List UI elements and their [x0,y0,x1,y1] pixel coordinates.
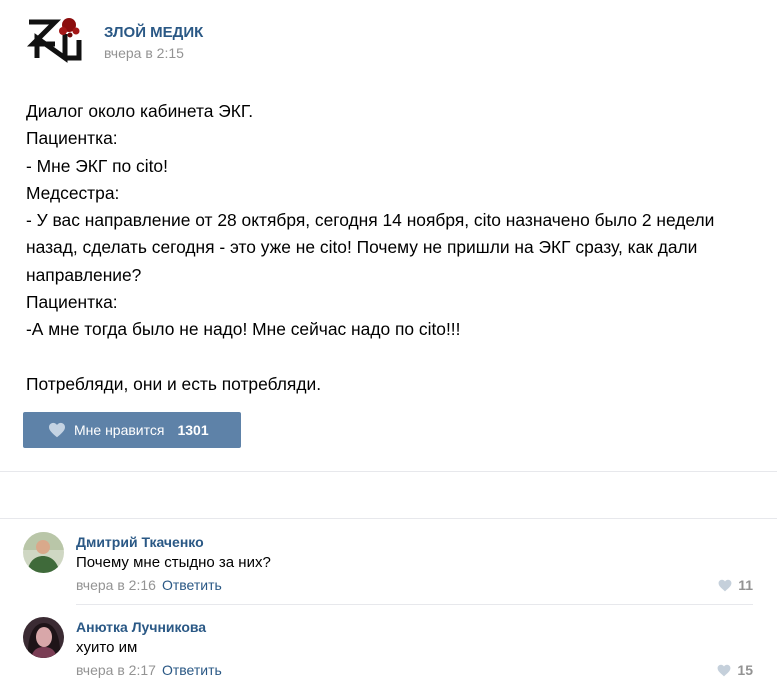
avatar[interactable] [23,617,64,658]
like-button[interactable]: Мне нравится 1301 [23,412,241,448]
heart-icon [718,664,731,676]
post-line: Пациентка: [26,128,118,149]
post-line: Потребляди, они и есть потребляди. [26,373,322,394]
comment-like-button[interactable]: 11 [718,577,753,593]
like-button-label: Мне нравится [74,422,165,438]
divider [0,471,777,472]
comment-meta: вчера в 2:16 Ответить [76,577,222,593]
post-line: Медсестра: [26,182,120,203]
avatar-photo-icon [23,617,64,658]
post-line: Пациентка: [26,292,118,313]
comment-like-count: 15 [737,662,753,678]
comment-like-button[interactable]: 15 [717,662,753,678]
post-line: - У вас направление от 28 октября, сегод… [26,210,715,231]
comment-author-link[interactable]: Анютка Лучникова [76,619,206,635]
avatar-photo-icon [23,532,64,573]
comment-divider [76,604,753,605]
post-line: Диалог около кабинета ЭКГ. [26,101,254,121]
divider [0,518,777,519]
comment-like-count: 11 [738,577,753,593]
post-line: -А мне тогда было не надо! Мне сейчас на… [26,319,461,340]
post-line: назад, сделать сегодня - это уже не cito… [26,237,698,258]
comment-timestamp[interactable]: вчера в 2:17 [76,662,156,678]
post-text: Диалог около кабинета ЭКГ. Пациентка: - … [26,98,761,398]
comment-timestamp[interactable]: вчера в 2:16 [76,577,156,593]
zm-logo-icon[interactable] [25,14,83,70]
post-timestamp[interactable]: вчера в 2:15 [104,45,184,61]
comment-author-link[interactable]: Дмитрий Ткаченко [76,534,204,550]
comment-meta: вчера в 2:17 Ответить [76,662,222,678]
comment-text: хуито им [76,639,138,656]
post-line: - Мне ЭКГ по cito! [26,155,168,176]
post-author-link[interactable]: ЗЛОЙ МЕДИК [104,24,203,41]
comment-text: Почему мне стыдно за них? [76,554,271,571]
post-line: направление? [26,264,142,285]
heart-icon [49,422,65,438]
avatar[interactable] [23,532,64,573]
heart-icon [718,579,732,591]
reply-link[interactable]: Ответить [162,662,222,678]
like-count: 1301 [177,422,209,438]
reply-link[interactable]: Ответить [162,577,222,593]
